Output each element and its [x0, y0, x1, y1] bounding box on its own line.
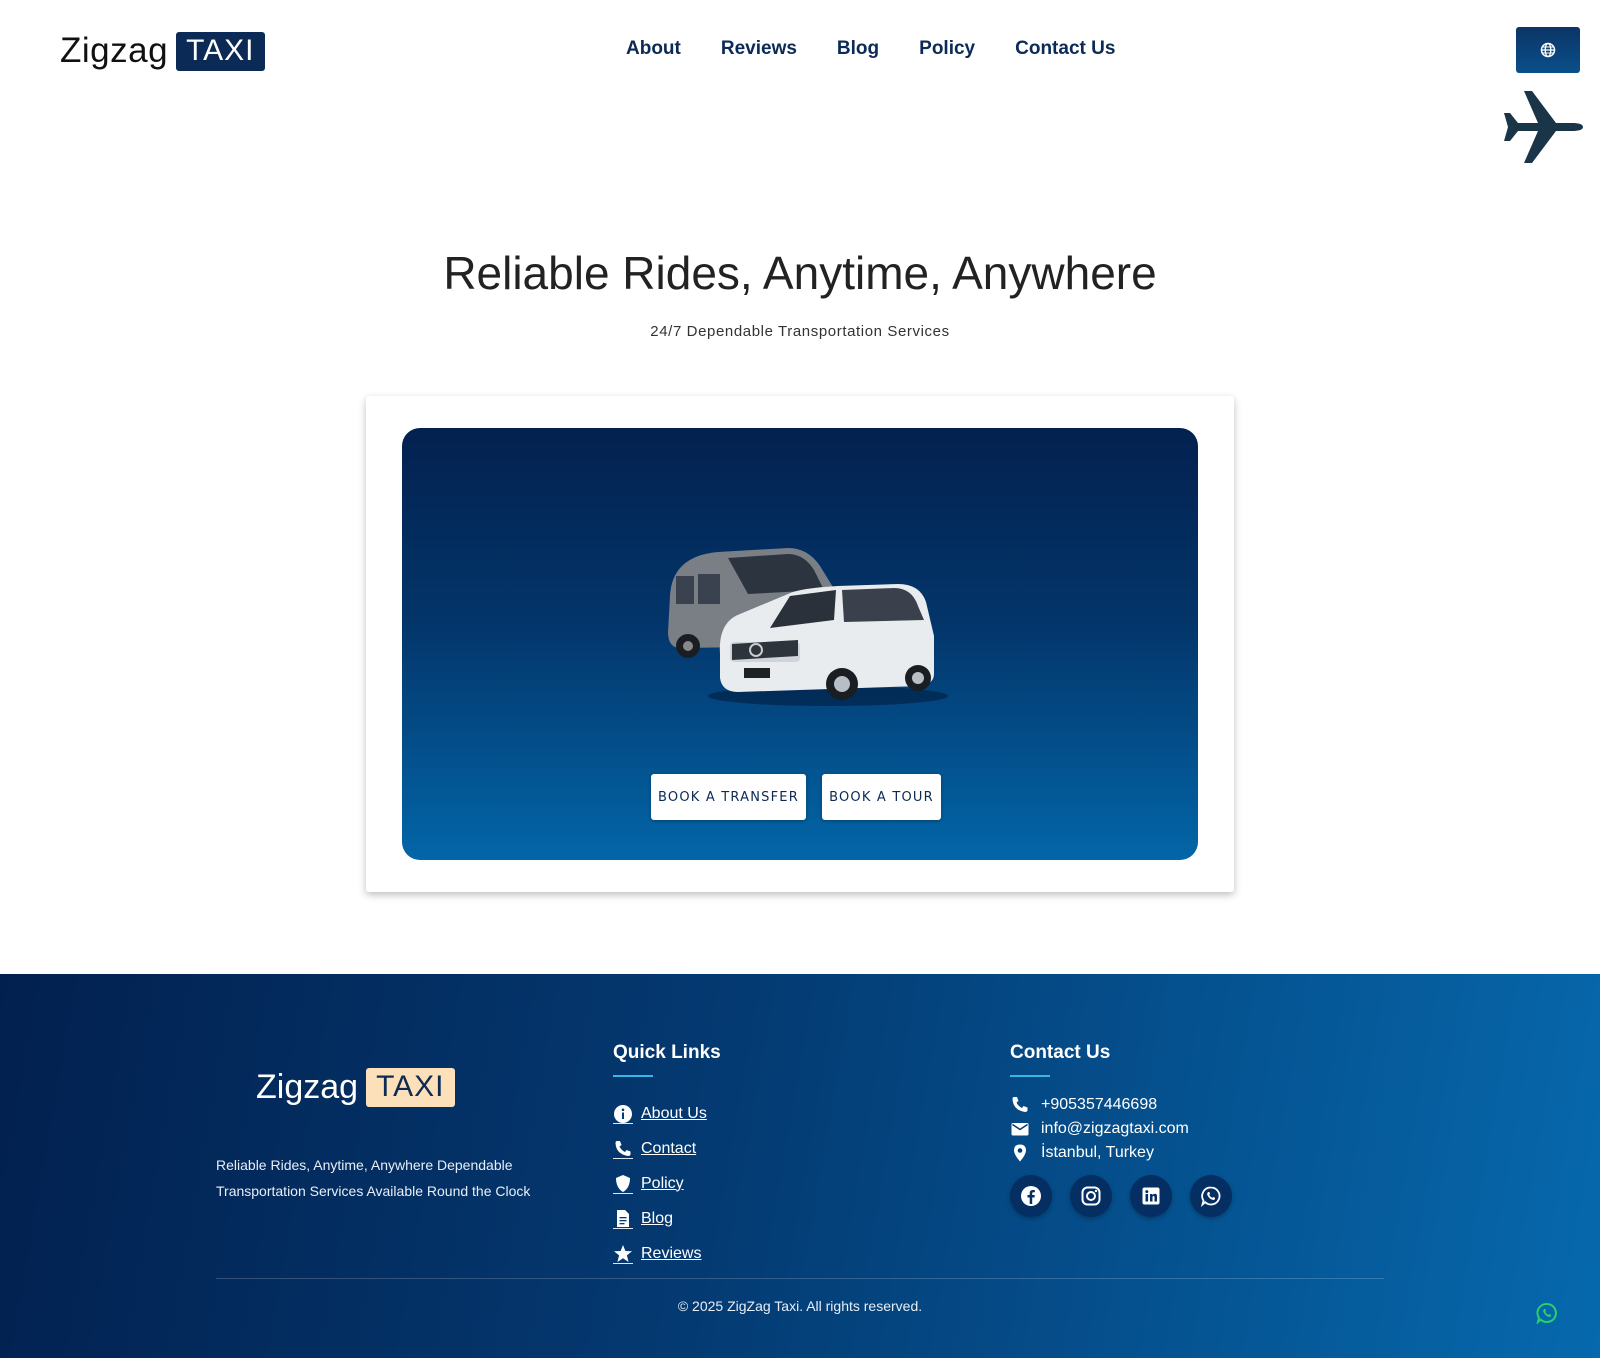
logo-badge: TAXI [176, 31, 265, 71]
nav-policy[interactable]: Policy [919, 38, 975, 60]
social-links [1010, 1175, 1250, 1217]
flight-path-decoration [1, 91, 1583, 163]
hero-title: Reliable Rides, Anytime, Anywhere [443, 247, 1157, 299]
footer-logo[interactable]: Zigzag TAXI [256, 1068, 455, 1107]
quick-link-reviews-label[interactable]: Reviews [641, 1245, 701, 1263]
language-button[interactable] [1516, 27, 1580, 73]
contact-phone-value[interactable]: +905357446698 [1041, 1096, 1157, 1114]
globe-icon [1540, 42, 1556, 58]
airplane-icon [1504, 91, 1583, 163]
phone-icon [1012, 1097, 1028, 1112]
quick-link-blog[interactable]: Blog [613, 1201, 707, 1236]
contact-phone[interactable]: +905357446698 [1010, 1093, 1189, 1117]
quick-links-list: About Us Contact Policy Blog Reviews [613, 1096, 707, 1271]
book-transfer-button[interactable]: BOOK A TRANSFER [651, 774, 806, 820]
quick-link-about-us-label[interactable]: About Us [641, 1105, 707, 1123]
quick-link-policy[interactable]: Policy [613, 1166, 707, 1201]
floating-whatsapp-icon[interactable] [1536, 1302, 1558, 1324]
hero-card: BOOK A TRANSFER BOOK A TOUR [366, 396, 1234, 892]
footer-logo-badge: TAXI [366, 1068, 455, 1107]
phone-icon [613, 1140, 633, 1159]
location-pin-icon [1014, 1144, 1026, 1162]
instagram-icon [1081, 1186, 1101, 1206]
contact-location-value: İstanbul, Turkey [1041, 1144, 1154, 1161]
star-icon [613, 1244, 633, 1264]
facebook-icon [1021, 1186, 1041, 1206]
nav-reviews[interactable]: Reviews [721, 38, 797, 60]
main-nav: About Reviews Blog Policy Contact Us [626, 38, 1155, 60]
logo[interactable]: Zigzag TAXI [60, 31, 265, 71]
footer-logo-word: Zigzag [256, 1068, 359, 1106]
logo-word: Zigzag [60, 31, 169, 70]
footer-tagline: Reliable Rides, Anytime, Anywhere Depend… [216, 1157, 531, 1199]
shield-icon [613, 1174, 633, 1194]
instagram-link[interactable] [1070, 1175, 1112, 1217]
contact-us-heading: Contact Us [1010, 1042, 1111, 1077]
site-footer: Zigzag TAXI Reliable Rides, Anytime, Any… [0, 974, 1600, 1358]
quick-link-about-us[interactable]: About Us [613, 1096, 707, 1131]
nav-blog[interactable]: Blog [837, 38, 879, 60]
linkedin-icon [1142, 1187, 1160, 1205]
quick-link-contact[interactable]: Contact [613, 1131, 707, 1166]
quick-link-policy-label[interactable]: Policy [641, 1175, 684, 1193]
mail-icon [1011, 1123, 1029, 1136]
document-icon [613, 1209, 633, 1229]
whatsapp-link[interactable] [1190, 1175, 1232, 1217]
contact-email[interactable]: info@zigzagtaxi.com [1010, 1117, 1189, 1141]
vans-image [668, 548, 948, 706]
hero-subtitle: 24/7 Dependable Transportation Services [650, 323, 950, 340]
quick-link-reviews[interactable]: Reviews [613, 1236, 707, 1271]
copyright: © 2025 ZigZag Taxi. All rights reserved. [677, 1298, 923, 1314]
footer-divider [216, 1278, 1384, 1279]
contact-email-value[interactable]: info@zigzagtaxi.com [1041, 1120, 1189, 1138]
contact-location: İstanbul, Turkey [1010, 1141, 1189, 1165]
info-icon [613, 1104, 633, 1124]
nav-about[interactable]: About [626, 38, 681, 60]
quick-links-heading: Quick Links [613, 1042, 721, 1077]
whatsapp-icon [1200, 1186, 1221, 1207]
quick-link-contact-label[interactable]: Contact [641, 1140, 696, 1158]
contact-info: +905357446698 info@zigzagtaxi.com İstanb… [1010, 1093, 1189, 1165]
book-tour-button[interactable]: BOOK A TOUR [822, 774, 941, 820]
linkedin-link[interactable] [1130, 1175, 1172, 1217]
site-header: Zigzag TAXI About Reviews Blog Policy Co… [0, 0, 1600, 100]
facebook-link[interactable] [1010, 1175, 1052, 1217]
quick-link-blog-label[interactable]: Blog [641, 1210, 673, 1228]
hero-panel: BOOK A TRANSFER BOOK A TOUR [402, 428, 1198, 860]
nav-contact-us[interactable]: Contact Us [1015, 38, 1115, 60]
